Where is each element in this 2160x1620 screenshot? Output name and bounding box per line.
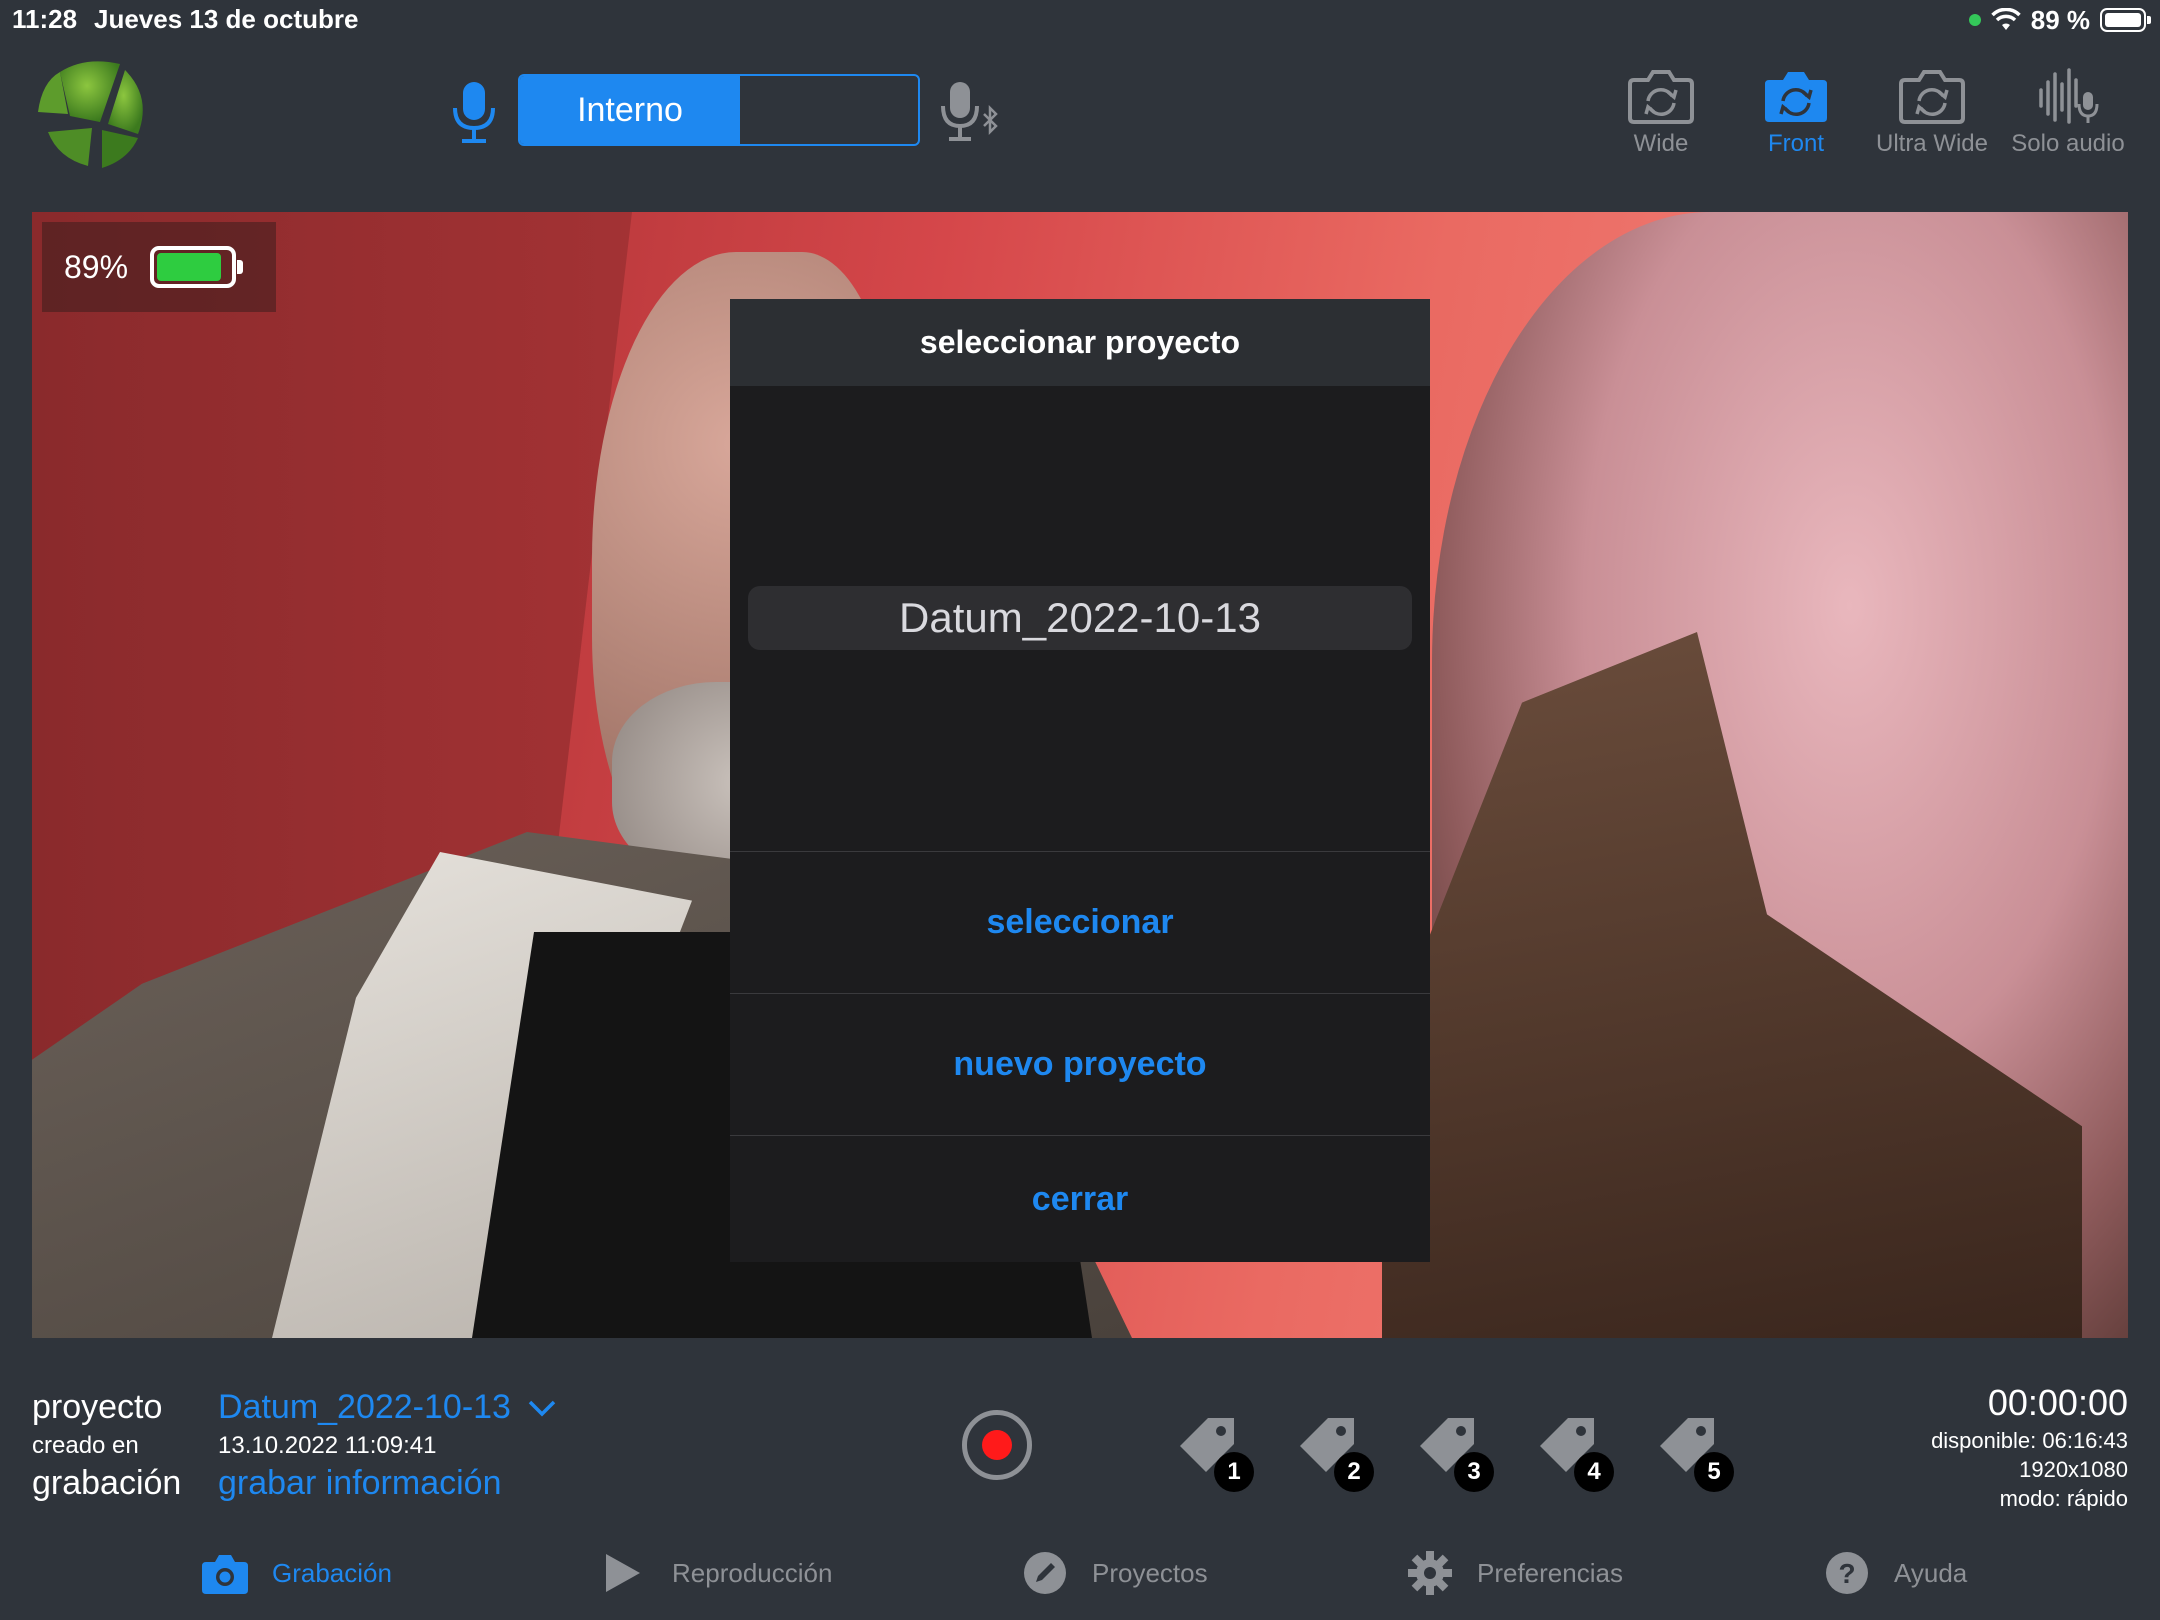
device-battery-percent: 89% xyxy=(64,248,129,285)
project-label: proyecto xyxy=(32,1388,163,1426)
play-icon xyxy=(606,1554,640,1592)
tab-label: Ayuda xyxy=(1894,1557,1968,1588)
close-button[interactable]: cerrar xyxy=(730,1135,1430,1262)
camera-in-use-dot xyxy=(1968,14,1981,26)
device-battery-icon xyxy=(150,246,244,288)
chevron-down-icon xyxy=(528,1400,556,1416)
tab-reproduccion[interactable]: Reproducción xyxy=(600,1548,832,1598)
camera-ultra-wide-button[interactable]: Ultra Wide xyxy=(1867,66,1997,166)
waveform-mic-icon xyxy=(2039,68,2099,124)
status-bar: 11:28 Jueves 13 de octubre 89 % xyxy=(0,0,2160,40)
app-logo xyxy=(30,52,154,172)
camera-icon xyxy=(202,1555,248,1594)
record-info-link[interactable]: grabar información xyxy=(218,1464,501,1503)
status-date: Jueves 13 de octubre xyxy=(94,4,359,34)
pencil-circle-icon xyxy=(1024,1552,1066,1594)
device-battery-overlay: 89% xyxy=(42,222,276,312)
camera-wide-label: Wide xyxy=(1633,130,1689,157)
tag-number: 4 xyxy=(1574,1452,1614,1492)
wifi-icon xyxy=(1990,8,2021,30)
camera-rotate-icon xyxy=(1765,72,1827,122)
camera-rotate-icon xyxy=(1899,70,1965,124)
tag-button-4[interactable]: 4 xyxy=(1534,1412,1614,1492)
camera-wide-button[interactable]: Wide xyxy=(1596,66,1726,166)
recording-timer: 00:00:00 xyxy=(1987,1382,2128,1423)
question-circle-icon: ? xyxy=(1826,1552,1868,1594)
recording-mode: modo: rápido xyxy=(1999,1486,2128,1511)
select-button[interactable]: seleccionar xyxy=(730,851,1430,993)
tag-button-3[interactable]: 3 xyxy=(1414,1412,1494,1492)
status-battery-text: 89 % xyxy=(2030,4,2090,35)
tab-grabacion[interactable]: Grabación xyxy=(200,1548,392,1598)
tag-number: 2 xyxy=(1334,1452,1374,1492)
picker-selected-project[interactable]: Datum_2022-10-13 xyxy=(748,586,1412,650)
created-label: creado en xyxy=(32,1432,139,1459)
tab-label: Grabación xyxy=(272,1557,392,1588)
dialog-title: seleccionar proyecto xyxy=(730,299,1430,386)
record-button[interactable] xyxy=(962,1410,1032,1480)
tag-number: 1 xyxy=(1214,1452,1254,1492)
recording-stats: disponible: 06:16:43 1920x1080 modo: ráp… xyxy=(1931,1426,2128,1513)
tag-button-1[interactable]: 1 xyxy=(1174,1412,1254,1492)
tab-ayuda[interactable]: ? Ayuda xyxy=(1822,1548,1967,1598)
status-indicators: 89 % xyxy=(1968,4,2151,36)
available-time: disponible: 06:16:43 xyxy=(1931,1428,2128,1453)
project-name: Datum_2022-10-13 xyxy=(218,1388,511,1426)
tag-number: 3 xyxy=(1454,1452,1494,1492)
camera-front-label: Front xyxy=(1767,130,1824,157)
tab-label: Preferencias xyxy=(1477,1557,1623,1588)
camera-front-button[interactable]: Front xyxy=(1731,66,1861,166)
audio-source-internal[interactable]: Interno xyxy=(520,76,740,144)
record-dot-icon xyxy=(982,1430,1012,1460)
resolution: 1920x1080 xyxy=(2019,1457,2128,1482)
project-dropdown[interactable]: Datum_2022-10-13 xyxy=(218,1388,557,1427)
bluetooth-microphone-icon[interactable] xyxy=(940,80,1006,144)
camera-rotate-icon xyxy=(1628,70,1694,124)
project-created-date: 13.10.2022 11:09:41 xyxy=(218,1432,437,1459)
tag-button-5[interactable]: 5 xyxy=(1654,1412,1734,1492)
audio-source-selector[interactable]: Interno xyxy=(518,74,920,146)
audio-only-label: Solo audio xyxy=(2011,130,2125,157)
status-time: 11:28 xyxy=(12,4,78,34)
tab-label: Proyectos xyxy=(1092,1557,1208,1588)
tab-preferencias[interactable]: Preferencias xyxy=(1405,1548,1623,1598)
tab-label: Reproducción xyxy=(672,1557,833,1588)
tab-proyectos[interactable]: Proyectos xyxy=(1020,1548,1208,1598)
gear-icon xyxy=(1408,1551,1452,1595)
audio-source-bluetooth-segment[interactable] xyxy=(740,76,918,144)
microphone-icon[interactable] xyxy=(450,80,498,144)
status-battery-icon xyxy=(2100,8,2151,32)
select-project-dialog: seleccionar proyecto Datum_2022-10-13 se… xyxy=(730,299,1430,1262)
tag-button-2[interactable]: 2 xyxy=(1294,1412,1374,1492)
svg-text:?: ? xyxy=(1838,1558,1855,1589)
camera-ultra-wide-label: Ultra Wide xyxy=(1875,130,1989,157)
recording-label: grabación xyxy=(32,1464,182,1502)
audio-only-button[interactable]: Solo audio xyxy=(2003,66,2133,166)
project-picker[interactable]: Datum_2022-10-13 xyxy=(730,386,1430,851)
tag-number: 5 xyxy=(1694,1452,1734,1492)
new-project-button[interactable]: nuevo proyecto xyxy=(730,993,1430,1135)
